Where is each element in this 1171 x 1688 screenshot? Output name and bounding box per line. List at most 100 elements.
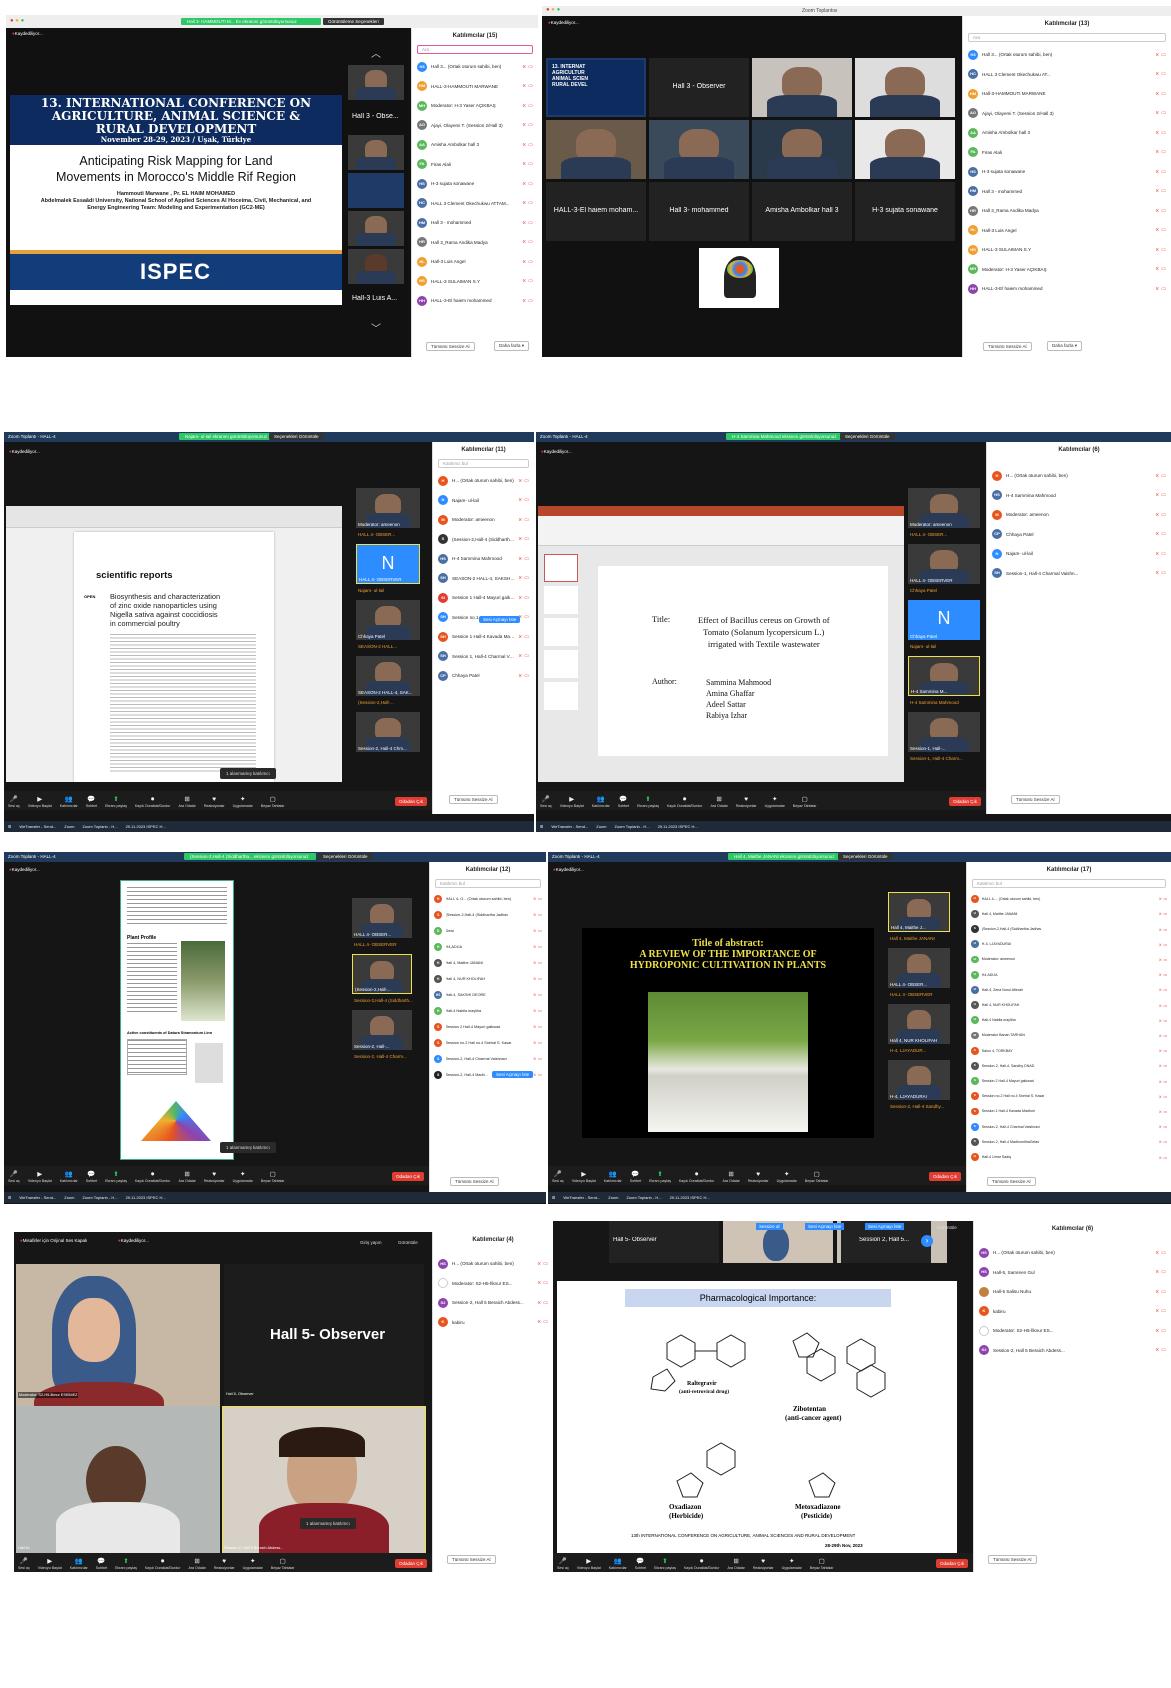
view-options-button[interactable]: Görüntüleme Seçenekleri xyxy=(323,18,384,25)
toolbar-button[interactable]: 🎤 Sesi aç xyxy=(8,1171,20,1183)
leave-button[interactable]: Odadan Çık xyxy=(928,1172,961,1181)
taskbar-app[interactable]: Zoom Toplantı - H... xyxy=(615,824,650,829)
toolbar-button[interactable]: 👥 Katılımcılar xyxy=(60,1171,78,1183)
mic-muted-icon[interactable]: ⨯ xyxy=(522,220,526,226)
video-off-icon[interactable]: ▭ xyxy=(528,181,533,187)
mic-muted-icon[interactable]: ⨯ xyxy=(1155,130,1159,136)
windows-start-icon[interactable]: ⊞ xyxy=(8,1195,11,1200)
toolbar-button[interactable]: ▶ Videoyu Başlat xyxy=(38,1558,62,1570)
mic-muted-icon[interactable]: ⨯ xyxy=(1159,1079,1162,1084)
toolbar-button[interactable]: 🎤 Sesi aç xyxy=(8,796,20,808)
mic-muted-icon[interactable]: ⨯ xyxy=(533,1056,536,1061)
video-thumb[interactable]: HALL 4- OBSER... xyxy=(352,898,412,938)
participant-row[interactable]: HS H-4 Sammina Mahmood ⨯ ▭ xyxy=(433,549,534,569)
mic-muted-icon[interactable]: ⨯ xyxy=(1155,492,1159,498)
toolbar-button[interactable]: 💬 Sohbet xyxy=(635,1558,646,1570)
participant-row[interactable]: S Session 2 Hall-4 Mayuri gaikwad ⨯ ▭ xyxy=(430,1019,546,1035)
mic-muted-icon[interactable]: ⨯ xyxy=(1159,957,1162,962)
participant-row[interactable]: H3 Hall 3... (Ortak oturum sahibi, ben) ⨯ ▭ xyxy=(963,45,1171,65)
participant-row[interactable]: H Hall 4, Maithe JANANI ⨯ ▭ xyxy=(967,906,1171,921)
video-off-icon[interactable]: ▭ xyxy=(524,517,529,523)
video-off-icon[interactable]: ▭ xyxy=(538,1024,542,1029)
toolbar-button[interactable]: ✦ Uygulamalar xyxy=(233,796,253,808)
participant-row[interactable]: FA Firas Alali ⨯ ▭ xyxy=(412,155,538,175)
toolbar-button[interactable]: ▶ Videoyu Başlat xyxy=(28,1171,52,1183)
toolbar-button[interactable]: 💬 Sohbet xyxy=(618,796,629,808)
toolbar-button[interactable]: ▢ Beyaz Tahtalar xyxy=(805,1171,829,1183)
view-options-button[interactable]: Seçenekleri Görüntüle xyxy=(840,433,895,440)
video-off-icon[interactable]: ▭ xyxy=(538,960,542,965)
more-button[interactable]: Daha fazla ▾ xyxy=(1047,341,1083,351)
video-off-icon[interactable]: ▭ xyxy=(538,992,542,997)
video-thumb[interactable]: H-4 Sammina M... xyxy=(908,656,980,696)
toolbar-button[interactable]: ⏺ Kaydı Duraklat/Durdur xyxy=(135,796,171,808)
mic-muted-icon[interactable]: ⨯ xyxy=(1155,149,1159,155)
video-off-icon[interactable]: ▭ xyxy=(524,634,529,640)
participant-row[interactable]: AA Amisha Ambolkar hall 3 ⨯ ▭ xyxy=(963,123,1171,143)
leave-button[interactable]: Odadan Çık xyxy=(391,1172,424,1181)
leave-button[interactable]: Odadan Çık xyxy=(394,1559,427,1568)
video-thumb[interactable]: Session-1, Hall-... xyxy=(908,712,980,752)
participants-pill[interactable]: 1 alanmamış katılımcı xyxy=(300,1518,356,1529)
mic-muted-icon[interactable]: ⨯ xyxy=(1159,1124,1162,1129)
video-off-icon[interactable]: ▭ xyxy=(528,103,533,109)
participant-row[interactable]: H Hall 4, NUR KHOLIFAH ⨯ ▭ xyxy=(967,997,1171,1012)
mic-muted-icon[interactable]: ⨯ xyxy=(518,595,522,601)
mic-muted-icon[interactable]: ⨯ xyxy=(1159,1048,1162,1053)
participant-row[interactable]: HH HALL-3-El haiem mohammed ⨯ ▭ xyxy=(412,291,538,311)
toolbar-button[interactable]: ⊞ Ara Odalar xyxy=(178,1171,195,1183)
toolbar-button[interactable]: ⬆ Ekranı paylaş xyxy=(115,1558,137,1570)
ask-unmute-pill[interactable]: Sesi Açmayı İste xyxy=(865,1223,905,1230)
scroll-up-button[interactable]: ︿ xyxy=(371,45,381,60)
mic-muted-icon[interactable]: ⨯ xyxy=(522,122,526,128)
leave-button[interactable]: Odadan Çık xyxy=(935,1559,968,1568)
mic-muted-icon[interactable]: ⨯ xyxy=(1159,911,1162,916)
ask-unmute-pill[interactable]: Sesi Açmayı İste xyxy=(805,1223,845,1230)
mic-muted-icon[interactable]: ⨯ xyxy=(537,1319,541,1325)
participant-row[interactable]: H H-4, LJAYADURAI ⨯ ▭ xyxy=(967,937,1171,952)
video-off-icon[interactable]: ▭ xyxy=(1163,1079,1167,1084)
participant-row[interactable]: N Najam- ul-lail ⨯ ▭ xyxy=(987,544,1171,564)
video-off-icon[interactable]: ▭ xyxy=(528,122,533,128)
toolbar-button[interactable]: ⊞ Ara Odalar xyxy=(710,796,727,808)
toolbar-button[interactable]: ▶ Videoyu Başlat xyxy=(577,1558,601,1570)
taskbar-app[interactable]: Zoom Toplantı - H... xyxy=(83,1195,118,1200)
participant-row[interactable]: HH HALL-3-El haiem mohammed ⨯ ▭ xyxy=(963,279,1171,299)
video-thumb[interactable]: Session-2, Hall-4 Chm... xyxy=(356,712,420,752)
mic-muted-icon[interactable]: ⨯ xyxy=(522,259,526,265)
mic-muted-icon[interactable]: ⨯ xyxy=(533,960,536,965)
toolbar-button[interactable]: ▶ Videoyu Başlat xyxy=(572,1171,596,1183)
mic-muted-icon[interactable]: ⨯ xyxy=(1155,512,1159,518)
video-off-icon[interactable]: ▭ xyxy=(524,595,529,601)
toolbar-button[interactable]: ♥ Reaksiyonlar xyxy=(753,1558,774,1570)
view-options-button[interactable]: Seçenekleri Görüntüle xyxy=(318,853,373,860)
video-off-icon[interactable]: ▭ xyxy=(528,161,533,167)
video-thumb[interactable]: Session-2, Hall-... xyxy=(352,1010,412,1050)
video-off-icon[interactable]: ▭ xyxy=(1163,911,1167,916)
participant-row[interactable]: S Session-2, Hall-4 MadhumithaGelas ⨯ ▭ xyxy=(967,1134,1171,1149)
toolbar-button[interactable]: ✦ Uygulamalar xyxy=(243,1558,263,1570)
video-off-icon[interactable]: ▭ xyxy=(1161,110,1166,116)
video-off-icon[interactable]: ▭ xyxy=(1161,570,1166,576)
mic-muted-icon[interactable]: ⨯ xyxy=(522,64,526,70)
toolbar-button[interactable]: ⬆ Ekranı paylaş xyxy=(649,1171,671,1183)
video-off-icon[interactable]: ▭ xyxy=(1161,1347,1166,1353)
video-off-icon[interactable]: ▭ xyxy=(528,220,533,226)
video-off-icon[interactable]: ▭ xyxy=(1161,1250,1166,1256)
mic-muted-icon[interactable]: ⨯ xyxy=(533,928,536,933)
mic-muted-icon[interactable]: ⨯ xyxy=(1155,110,1159,116)
video-off-icon[interactable]: ▭ xyxy=(1163,927,1167,932)
toolbar-button[interactable]: ✦ Uygulamalar xyxy=(777,1171,797,1183)
toolbar-button[interactable]: ♥ Reaksiyonlar xyxy=(204,796,225,808)
participant-row[interactable]: HS H... (Ortak oturum sahibi, ben) ⨯ ▭ xyxy=(974,1243,1171,1263)
video-off-icon[interactable]: ▭ xyxy=(1161,1328,1166,1334)
windows-start-icon[interactable]: ⊞ xyxy=(540,824,543,829)
toolbar-button[interactable]: ✦ Uygulamalar xyxy=(233,1171,253,1183)
mic-muted-icon[interactable]: ⨯ xyxy=(1155,227,1159,233)
participant-row[interactable]: HS Hall-4, SAKSHI DEORE ⨯ ▭ xyxy=(430,987,546,1003)
video-thumb[interactable]: HALL 4- OBSER... xyxy=(888,948,950,988)
participant-row[interactable]: M Moderator: ameenon ⨯ ▭ xyxy=(987,505,1171,525)
toolbar-button[interactable]: 💬 Sohbet xyxy=(96,1558,107,1570)
mic-muted-icon[interactable]: ⨯ xyxy=(533,992,536,997)
video-off-icon[interactable]: ▭ xyxy=(1161,551,1166,557)
